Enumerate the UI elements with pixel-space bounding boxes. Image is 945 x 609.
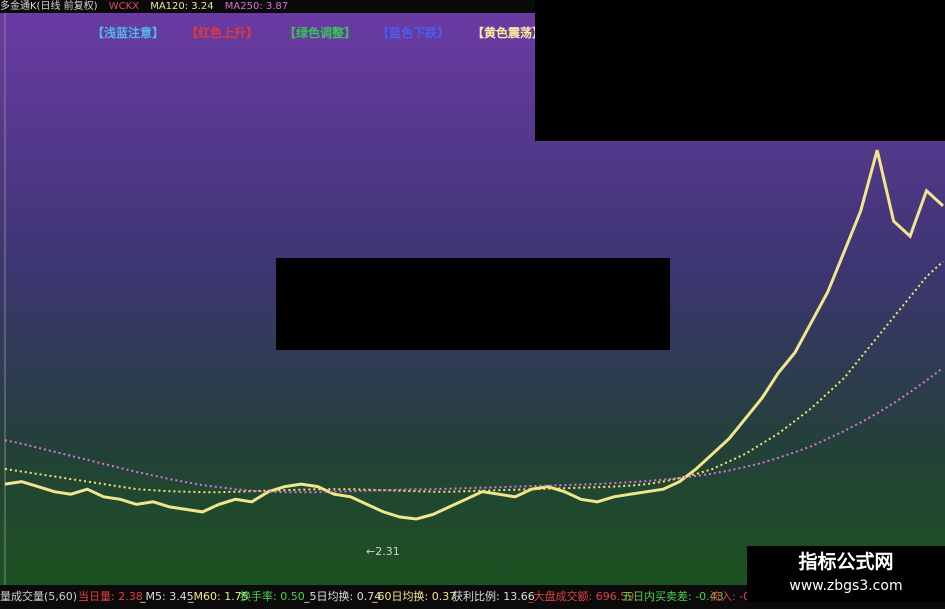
min-price-annotation: ←2.31 (366, 545, 400, 558)
redaction-box-center (276, 258, 670, 350)
redaction-box-top (535, 0, 945, 141)
header-ma250: MA250: 3.87 (224, 1, 289, 12)
bottom-60d-turnover: _60日均换: 0.37 (372, 590, 457, 603)
bottom-5d-turnover: _5日均换: 0.74 (304, 590, 382, 603)
watermark: 指标公式网 www.zbgs3.com (747, 546, 945, 602)
header-title: 多金通K(日线 前复权) (0, 1, 98, 12)
bottom-title: 量成交量(5,60) (0, 590, 78, 603)
header-indicator: WCKX (108, 1, 140, 12)
legend-item-0: 【浅蓝注意】 (92, 26, 165, 40)
legend-item-4: 【黄色震荡】 (472, 26, 545, 40)
bottom-profit-ratio: 获利比例: 13.66 (452, 590, 535, 603)
legend-item-3: 【蓝色下跌】 (377, 26, 450, 40)
bottom-turnover: 换手率: 0.50 (240, 590, 305, 603)
watermark-title: 指标公式网 (798, 551, 894, 573)
watermark-url: www.zbgs3.com (789, 578, 903, 594)
bottom-daily-volume: 当日量: 2.38 (78, 590, 143, 603)
bottom-inflow: 流入: -0 (710, 590, 751, 603)
legend-item-1: 【红色上升】 (186, 26, 259, 40)
legend-item-2: 【绿色调整】 (284, 26, 357, 40)
bottom-market-turnover: _大盘成交额: 696.59 (528, 590, 635, 603)
chart-header: 多金通K(日线 前复权) WCKX MA120: 3.24 MA250: 3.8… (0, 0, 535, 13)
bottom-m5: _M5: 3.45 (140, 590, 194, 603)
header-ma120: MA120: 3.24 (150, 1, 214, 12)
bottom-5d-diff: 五日内买卖差: -0.43 (622, 590, 724, 603)
